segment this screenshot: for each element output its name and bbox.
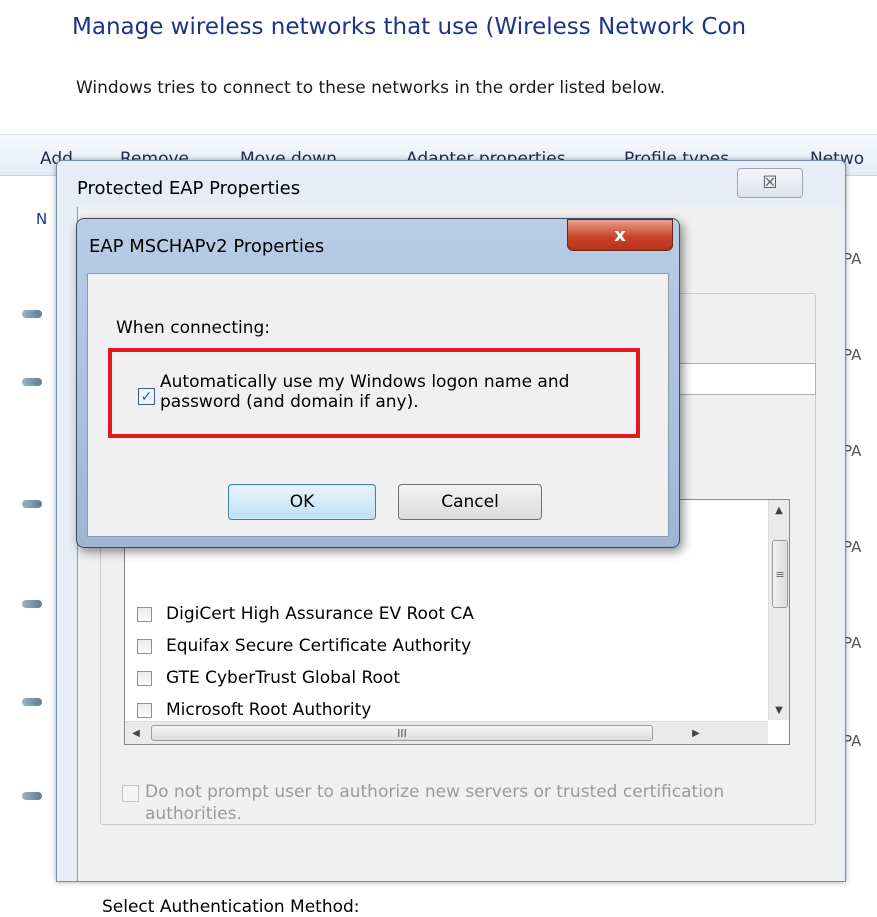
- network-icon: [22, 698, 42, 706]
- certificate-checkbox[interactable]: [137, 638, 152, 654]
- cancel-button[interactable]: Cancel: [398, 484, 542, 520]
- mschapv2-dialog: EAP MSCHAPv2 Properties x When connectin…: [76, 218, 680, 548]
- server-name-field[interactable]: [664, 363, 816, 395]
- scroll-left-icon[interactable]: ◀: [125, 722, 147, 744]
- horizontal-scroll-thumb[interactable]: III: [151, 725, 653, 741]
- certificate-label: DigiCert High Assurance EV Root CA: [166, 604, 474, 624]
- close-icon: ☒: [762, 173, 778, 193]
- network-icon: [22, 792, 42, 800]
- do-not-prompt-checkbox[interactable]: [122, 785, 139, 802]
- network-icon: [22, 378, 42, 386]
- ok-button[interactable]: OK: [228, 484, 376, 520]
- network-icon: [22, 600, 42, 608]
- page-title: Manage wireless networks that use (Wirel…: [72, 14, 747, 40]
- list-item[interactable]: DigiCert High Assurance EV Root CA: [137, 600, 474, 628]
- highlight-box: ✓ Automatically use my Windows logon nam…: [108, 348, 640, 438]
- mschapv2-title: EAP MSCHAPv2 Properties: [89, 236, 325, 257]
- check-icon: ✓: [140, 388, 153, 405]
- horizontal-scrollbar[interactable]: ◀ III ▶: [125, 721, 768, 744]
- auto-logon-label: Automatically use my Windows logon name …: [160, 372, 570, 412]
- do-not-prompt-label: Do not prompt user to authorize new serv…: [145, 782, 725, 824]
- when-connecting-label: When connecting:: [116, 318, 271, 338]
- scroll-up-icon[interactable]: ▲: [769, 500, 789, 520]
- column-header-partial: N: [36, 210, 48, 228]
- vertical-scrollbar[interactable]: ▲ ≡ ▼: [768, 500, 789, 720]
- grip-icon: III: [397, 726, 407, 740]
- auto-logon-checkbox[interactable]: ✓: [138, 388, 155, 405]
- certificate-checkbox[interactable]: [137, 670, 152, 686]
- certificate-label: Microsoft Root Authority: [166, 700, 372, 720]
- do-not-prompt-option[interactable]: Do not prompt user to authorize new serv…: [122, 781, 762, 825]
- list-item[interactable]: Microsoft Root Authority: [137, 696, 371, 724]
- certificate-label: GTE CyberTrust Global Root: [166, 668, 400, 688]
- scroll-down-icon[interactable]: ▼: [769, 700, 789, 720]
- certificate-checkbox[interactable]: [137, 606, 152, 622]
- page-subtitle: Windows tries to connect to these networ…: [76, 78, 666, 98]
- network-icon: [22, 500, 42, 508]
- certificate-label: Equifax Secure Certificate Authority: [166, 636, 472, 656]
- grip-icon: ≡: [775, 567, 785, 581]
- network-icon: [22, 310, 42, 318]
- select-method-label: Select Authentication Method:: [102, 897, 360, 917]
- scroll-right-icon[interactable]: ▶: [685, 722, 707, 744]
- vertical-scroll-thumb[interactable]: ≡: [772, 540, 788, 608]
- close-button[interactable]: ☒: [737, 168, 803, 198]
- close-icon: x: [614, 224, 626, 246]
- certificate-checkbox[interactable]: [137, 702, 152, 718]
- protected-eap-title: Protected EAP Properties: [77, 178, 301, 199]
- list-item[interactable]: Equifax Secure Certificate Authority: [137, 632, 471, 660]
- list-item[interactable]: GTE CyberTrust Global Root: [137, 664, 400, 692]
- mschapv2-body: When connecting: ✓ Automatically use my …: [87, 273, 669, 537]
- close-button[interactable]: x: [567, 219, 673, 251]
